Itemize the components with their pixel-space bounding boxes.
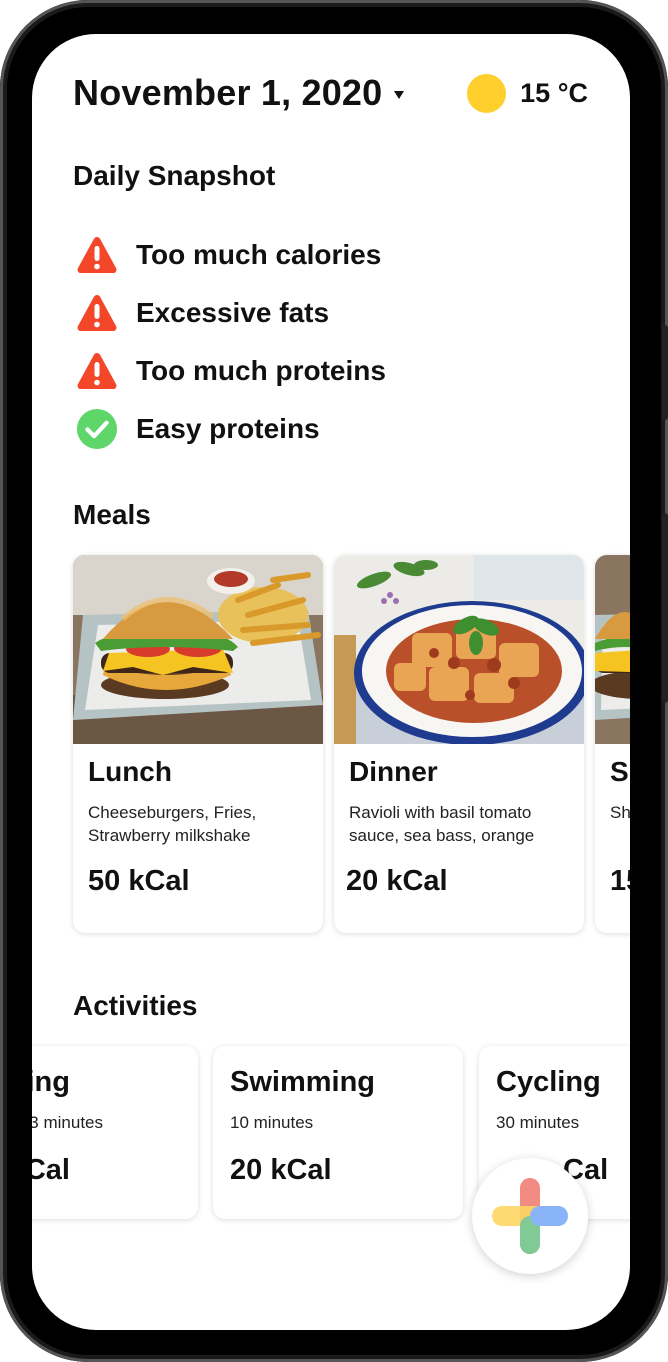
activity-card-partial[interactable]: ing 3 minutes Cal	[32, 1046, 198, 1219]
activity-duration: 3 minutes	[32, 1113, 103, 1132]
snapshot-list: Too much calories Excessive fats Too muc…	[76, 226, 386, 458]
add-icon	[492, 1178, 568, 1254]
activity-calories: 20 kCal	[230, 1154, 332, 1186]
sun-icon	[467, 74, 507, 113]
app-screen: November 1, 2020 15 °C Daily Snapshot To…	[32, 34, 630, 1330]
date-label: November 1, 2020	[73, 72, 383, 113]
ravioli-photo	[334, 555, 584, 744]
activities-title: Activities	[73, 990, 198, 1021]
burger-fries-photo	[73, 555, 323, 744]
power-button	[662, 513, 668, 703]
activity-calories: Cal	[32, 1154, 70, 1186]
meal-card-dinner[interactable]: Dinner Ravioli with basil tomato sauce, …	[334, 555, 584, 933]
snapshot-item: Too much proteins	[76, 342, 386, 400]
meal-description: Sh	[610, 803, 630, 822]
meal-calories: 15	[610, 865, 630, 897]
snapshot-label: Too much proteins	[136, 355, 386, 386]
snapshot-item: Easy proteins	[76, 400, 386, 458]
snapshot-title: Daily Snapshot	[73, 160, 276, 191]
meals-title: Meals	[73, 499, 151, 530]
snapshot-item: Too much calories	[76, 226, 386, 284]
volume-button	[662, 325, 668, 420]
snapshot-item: Excessive fats	[76, 284, 386, 342]
meal-name: S	[610, 756, 629, 787]
meal-name: Lunch	[88, 756, 172, 787]
activity-name: Cycling	[496, 1066, 601, 1098]
meal-calories: 50 kCal	[88, 865, 190, 897]
activity-name: Swimming	[230, 1066, 376, 1098]
activity-duration: 10 minutes	[230, 1113, 314, 1132]
warning-icon	[76, 292, 118, 334]
activity-card-swimming[interactable]: Swimming 10 minutes 20 kCal	[213, 1046, 463, 1219]
meal-name: Dinner	[349, 756, 438, 787]
date-selector[interactable]: November 1, 2020	[73, 72, 405, 114]
snapshot-label: Excessive fats	[136, 297, 330, 328]
warning-icon	[76, 234, 118, 276]
meal-card-lunch[interactable]: Lunch Cheeseburgers, Fries, Strawberry m…	[73, 555, 323, 933]
dropdown-caret-icon	[394, 91, 405, 99]
burger-photo	[595, 555, 630, 744]
temperature: 15 °C	[520, 78, 588, 108]
meal-card-partial[interactable]: S Sh 15	[595, 555, 630, 933]
meal-description: Cheeseburgers, Fries, Strawberry milksha…	[88, 803, 257, 845]
snapshot-label: Too much calories	[136, 239, 382, 270]
meal-description: Ravioli with basil tomato sauce, sea bas…	[349, 803, 535, 845]
snapshot-label: Easy proteins	[136, 413, 320, 444]
weather-widget: 15 °C	[467, 74, 588, 113]
add-button[interactable]	[472, 1158, 588, 1274]
activity-duration: 30 minutes	[496, 1113, 580, 1132]
warning-icon	[76, 350, 118, 392]
meal-calories: 20 kCal	[346, 865, 448, 897]
activity-name: ing	[32, 1066, 70, 1098]
check-circle-icon	[76, 408, 118, 450]
